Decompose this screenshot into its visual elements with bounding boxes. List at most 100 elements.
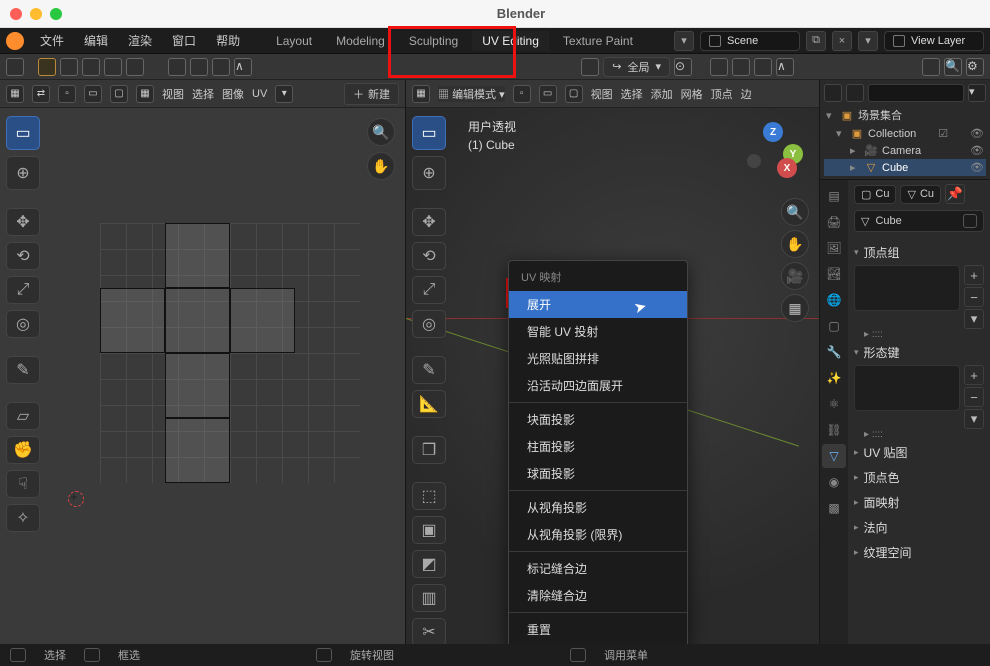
context-menu-view-proj-bounds[interactable]: 从视角投影 (限界) (509, 521, 687, 548)
outliner-search-input[interactable] (868, 84, 964, 102)
context-menu-follow-quads[interactable]: 沿活动四边面展开 (509, 372, 687, 399)
breadcrumb-obj[interactable]: ▢ Cu (854, 185, 896, 204)
falloff-3d-icon[interactable]: ∧ (776, 58, 794, 76)
axis-neg-icon[interactable] (747, 154, 761, 168)
window-controls[interactable] (10, 8, 62, 20)
zoom-window-icon[interactable] (50, 8, 62, 20)
snap-toggle-icon[interactable] (168, 58, 186, 76)
proportional-icon[interactable] (212, 58, 230, 76)
vg-remove-button[interactable]: − (964, 287, 984, 307)
collection-visibility-icon[interactable]: 👁 (970, 127, 984, 140)
menu-file[interactable]: 文件 (32, 29, 72, 52)
uv-face[interactable] (230, 288, 295, 353)
uv-menu-view[interactable]: 视图 (162, 86, 184, 102)
workspace-tab-texture-paint[interactable]: Texture Paint (553, 31, 643, 51)
editor-type-uv-icon[interactable]: ▦ (6, 85, 24, 103)
uv-select-sync-icon[interactable]: ⇄ (32, 85, 50, 103)
vp-tool-add-cube[interactable]: ❒ (412, 436, 446, 464)
workspace-tab-layout[interactable]: Layout (266, 31, 322, 51)
select-mode-vert-icon[interactable]: ▫ (513, 85, 531, 103)
outliner-search-icon[interactable]: 🔍 (944, 58, 962, 76)
snap-3d-element-icon[interactable] (732, 58, 750, 76)
context-menu-sphere-proj[interactable]: 球面投影 (509, 460, 687, 487)
fake-user-icon[interactable] (963, 214, 977, 228)
uv-menu-uv[interactable]: UV (252, 88, 267, 100)
workspace-tab-sculpting[interactable]: Sculpting (399, 31, 468, 51)
uv-menu-select[interactable]: 选择 (192, 86, 214, 102)
select-mode-intersect-icon[interactable] (126, 58, 144, 76)
cursor-tool-icon[interactable] (6, 58, 24, 76)
cube-visibility-icon[interactable]: 👁 (970, 161, 984, 174)
uv-face[interactable] (165, 353, 230, 418)
prop-tab-scene[interactable]: 🏞 (822, 262, 846, 286)
uv-select-island-icon[interactable]: ▦ (136, 85, 154, 103)
prop-tab-mesh-data[interactable]: ▽ (822, 444, 846, 468)
vp-tool-rotate[interactable]: ⟲ (412, 242, 446, 270)
uv-editor-viewport[interactable]: ▭ ⊕ ✥ ⟲ ⤢ ◎ ✎ ▱ ✊ ☟ ✧ 🔍 ✋ (0, 108, 405, 644)
select-mode-edge-icon[interactable]: ▭ (539, 85, 557, 103)
viewlayer-name-field[interactable]: View Layer (884, 31, 984, 51)
viewlayer-browse-icon[interactable]: ▾ (858, 31, 878, 51)
vp-pan-icon[interactable]: ✋ (781, 230, 809, 258)
vp-tool-extrude[interactable]: ⬚ (412, 482, 446, 510)
axis-x-icon[interactable]: X (777, 158, 797, 178)
uv-tool-move[interactable]: ✥ (6, 208, 40, 236)
prop-tab-material[interactable]: ◉ (822, 470, 846, 494)
vp-menu-edge[interactable]: 边 (741, 86, 752, 102)
breadcrumb-pin-icon[interactable]: 📌 (945, 184, 965, 204)
menu-render[interactable]: 渲染 (120, 29, 160, 52)
section-tex-space[interactable]: 纹理空间 (854, 540, 984, 565)
section-normals[interactable]: 法向 (854, 515, 984, 540)
image-browse-icon[interactable]: ▾ (275, 85, 293, 103)
section-face-maps[interactable]: 面映射 (854, 490, 984, 515)
vp-tool-bevel[interactable]: ◩ (412, 550, 446, 578)
select-mode-subtract-icon[interactable] (82, 58, 100, 76)
vp-tool-transform[interactable]: ◎ (412, 310, 446, 338)
workspace-tab-uv-editing[interactable]: UV Editing (472, 31, 549, 51)
viewport-3d[interactable]: ▭ ⊕ ✥ ⟲ ⤢ ◎ ✎ 📐 ❒ ⬚ ▣ ◩ ▥ (406, 108, 819, 644)
vp-persp-icon[interactable]: ▦ (781, 294, 809, 322)
vp-tool-scale[interactable]: ⤢ (412, 276, 446, 304)
uv-select-face-icon[interactable]: ▢ (110, 85, 128, 103)
falloff-icon[interactable]: ∧ (234, 58, 252, 76)
section-uv-maps[interactable]: UV 贴图 (854, 440, 984, 465)
vp-zoom-icon[interactable]: 🔍 (781, 198, 809, 226)
section-vertex-groups[interactable]: 顶点组 (854, 240, 984, 265)
uv-tool-rotate[interactable]: ⟲ (6, 242, 40, 270)
outliner-panel[interactable]: ▾ ▾▣场景集合 ▾▣Collection☑👁 ▸🎥Camera👁 ▸▽Cube… (820, 80, 990, 180)
vp-menu-add[interactable]: 添加 (651, 86, 673, 102)
vertex-groups-list[interactable] (854, 265, 960, 311)
minimize-window-icon[interactable] (30, 8, 42, 20)
transform-orientation-dropdown[interactable]: ↪ 全局 ▾ (603, 57, 670, 77)
uv-menu-image[interactable]: 图像 (222, 86, 244, 102)
prop-tab-world[interactable]: 🌐 (822, 288, 846, 312)
uv-tool-transform[interactable]: ◎ (6, 310, 40, 338)
vp-tool-move[interactable]: ✥ (412, 208, 446, 236)
select-mode-difference-icon[interactable] (104, 58, 122, 76)
outliner-options-icon[interactable]: ⚙ (966, 58, 984, 76)
vp-menu-vertex[interactable]: 顶点 (711, 86, 733, 102)
scene-browse-icon[interactable]: ▾ (674, 31, 694, 51)
mode-dropdown[interactable]: ▦ 编辑模式 ▾ (438, 86, 505, 102)
outliner-filter-icon[interactable] (922, 58, 940, 76)
uv-face[interactable] (165, 288, 230, 353)
breadcrumb-data[interactable]: ▽ Cu (900, 185, 941, 204)
outliner-filter-button[interactable]: ▾ (968, 84, 986, 102)
collection-checkbox-icon[interactable]: ☑ (938, 127, 948, 140)
scene-name-field[interactable]: Scene (700, 31, 800, 51)
orientation-icon[interactable] (581, 58, 599, 76)
context-menu-clear-seam[interactable]: 清除缝合边 (509, 582, 687, 609)
vp-tool-loopcut[interactable]: ▥ (412, 584, 446, 612)
close-window-icon[interactable] (10, 8, 22, 20)
prop-tab-object[interactable]: ▢ (822, 314, 846, 338)
vp-camera-icon[interactable]: 🎥 (781, 262, 809, 290)
outliner-item-camera[interactable]: ▸🎥Camera👁 (824, 142, 986, 159)
shape-keys-list[interactable] (854, 365, 960, 411)
outliner-display-icon[interactable] (846, 84, 864, 102)
uv-tool-rip[interactable]: ▱ (6, 402, 40, 430)
prop-tab-texture[interactable]: ▩ (822, 496, 846, 520)
vg-menu-button[interactable]: ▾ (964, 309, 984, 329)
snap-3d-icon[interactable] (710, 58, 728, 76)
context-menu-cyl-proj[interactable]: 柱面投影 (509, 433, 687, 460)
select-mode-extend-icon[interactable] (60, 58, 78, 76)
